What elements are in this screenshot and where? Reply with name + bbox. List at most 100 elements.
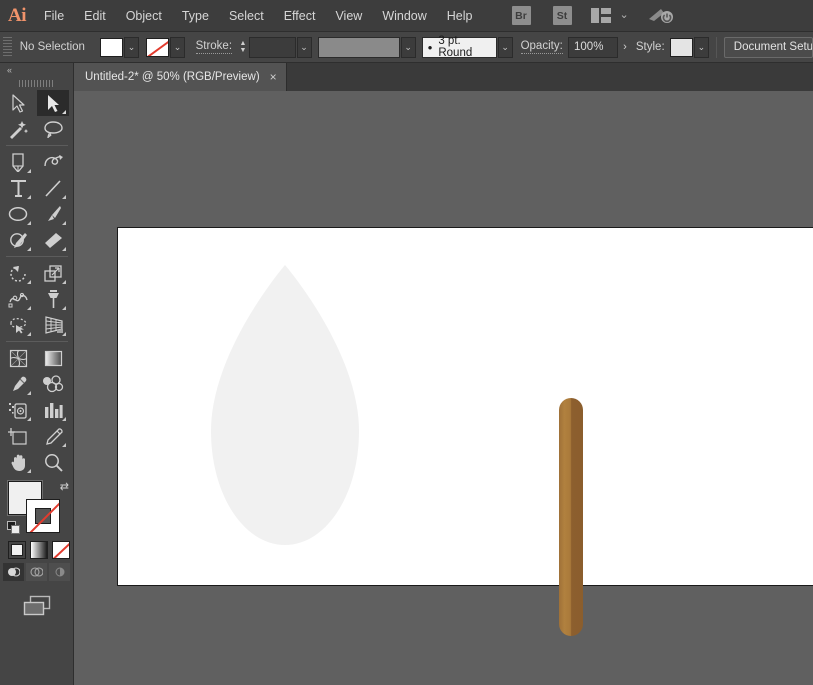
canvas-area[interactable] — [74, 91, 813, 685]
tool-flyout-indicator-icon[interactable] — [27, 169, 31, 173]
artboard-tool[interactable] — [2, 423, 34, 449]
tool-flyout-indicator-icon[interactable] — [62, 195, 66, 199]
shape-builder-tool[interactable] — [2, 312, 34, 338]
paintbrush-tool[interactable] — [37, 201, 69, 227]
tool-flyout-indicator-icon[interactable] — [62, 332, 66, 336]
document-tab[interactable]: Untitled-2* @ 50% (RGB/Preview) × — [74, 63, 287, 91]
tool-flyout-indicator-icon[interactable] — [27, 469, 31, 473]
tool-flyout-indicator-icon[interactable] — [62, 306, 66, 310]
free-transform-tool[interactable] — [37, 286, 69, 312]
stroke-color-swatch[interactable] — [26, 499, 60, 533]
style-chevron-icon[interactable]: ⌄ — [693, 36, 709, 58]
tool-flyout-indicator-icon[interactable] — [62, 110, 66, 114]
blend-tool[interactable] — [37, 371, 69, 397]
tool-flyout-indicator-icon[interactable] — [27, 247, 31, 251]
stroke-profile-box[interactable] — [317, 36, 400, 58]
tool-flyout-indicator-icon[interactable] — [62, 417, 66, 421]
close-icon[interactable]: × — [270, 71, 277, 83]
tool-flyout-indicator-icon[interactable] — [27, 280, 31, 284]
stroke-swatch[interactable] — [146, 37, 170, 57]
rotate-tool[interactable] — [2, 260, 34, 286]
stick-shape[interactable] — [558, 397, 584, 642]
draw-behind-button[interactable] — [26, 563, 47, 581]
perspective-grid-tool[interactable] — [37, 312, 69, 338]
slice-tool[interactable] — [37, 423, 69, 449]
stroke-profile-chevron-icon[interactable]: ⌄ — [400, 36, 416, 58]
ellipse-tool[interactable] — [2, 201, 34, 227]
tool-flyout-indicator-icon[interactable] — [27, 306, 31, 310]
selection-tool[interactable] — [2, 90, 34, 116]
chevron-down-icon[interactable]: ⌄ — [620, 10, 629, 21]
tool-flyout-indicator-icon[interactable] — [27, 417, 31, 421]
column-graph-tool[interactable] — [37, 397, 69, 423]
line-segment-tool[interactable] — [37, 175, 69, 201]
swap-fill-stroke-icon[interactable]: ⇄ — [60, 480, 69, 493]
brush-definition-box[interactable]: • 3 pt. Round — [421, 35, 497, 59]
menu-type[interactable]: Type — [172, 0, 219, 32]
default-fill-stroke-icon[interactable] — [7, 521, 21, 535]
change-screen-mode-button[interactable] — [0, 595, 73, 617]
graphic-style-swatch[interactable] — [669, 37, 693, 57]
collapse-panel-icon[interactable]: « — [0, 63, 73, 77]
draw-normal-button[interactable] — [3, 563, 24, 581]
curvature-tool[interactable] — [37, 149, 69, 175]
stroke-weight-chevron-icon[interactable]: ⌄ — [296, 36, 312, 58]
eyedropper-tool[interactable] — [2, 371, 34, 397]
lasso-tool[interactable] — [37, 116, 69, 142]
menu-help[interactable]: Help — [437, 0, 483, 32]
bridge-icon[interactable]: Br — [511, 6, 531, 25]
control-bar-grip[interactable] — [3, 36, 12, 58]
menu-object[interactable]: Object — [116, 0, 172, 32]
menu-view[interactable]: View — [325, 0, 372, 32]
fill-dropdown-chevron-icon[interactable]: ⌄ — [124, 36, 140, 58]
shaper-pencil-tool[interactable] — [2, 227, 34, 253]
creative-cloud-sync-icon[interactable] — [647, 6, 675, 26]
opacity-input[interactable]: 100% — [568, 36, 619, 58]
leaf-shape[interactable] — [209, 263, 361, 552]
brush-chevron-icon[interactable]: ⌄ — [497, 36, 513, 58]
gradient-button[interactable] — [30, 541, 48, 559]
tool-flyout-indicator-icon[interactable] — [62, 221, 66, 225]
stroke-weight-stepper[interactable]: ▲ ▼ — [237, 36, 249, 58]
tool-flyout-indicator-icon[interactable] — [27, 195, 31, 199]
pen-tool[interactable] — [2, 149, 34, 175]
stroke-weight-label[interactable]: Stroke: — [195, 40, 233, 54]
tool-flyout-indicator-icon[interactable] — [62, 280, 66, 284]
tool-flyout-indicator-icon[interactable] — [27, 391, 31, 395]
none-button[interactable] — [52, 541, 70, 559]
scale-tool[interactable] — [37, 260, 69, 286]
width-tool[interactable] — [2, 286, 34, 312]
tools-panel-grip[interactable] — [0, 77, 73, 90]
symbol-sprayer-tool[interactable] — [2, 397, 34, 423]
menu-edit[interactable]: Edit — [74, 0, 116, 32]
mesh-tool[interactable] — [2, 345, 34, 371]
menu-effect[interactable]: Effect — [274, 0, 326, 32]
tool-flyout-indicator-icon[interactable] — [27, 332, 31, 336]
color-button[interactable] — [8, 541, 26, 559]
draw-inside-button[interactable] — [49, 563, 70, 581]
tool-flyout-indicator-icon[interactable] — [62, 247, 66, 251]
tool-flyout-indicator-icon[interactable] — [62, 443, 66, 447]
magic-wand-tool[interactable] — [2, 116, 34, 142]
app-logo-icon: Ai — [8, 4, 27, 26]
opacity-expand-icon[interactable]: › — [618, 36, 632, 58]
document-setup-button[interactable]: Document Setu — [723, 36, 813, 58]
arrange-documents-icon[interactable] — [590, 8, 611, 23]
direct-selection-tool[interactable] — [37, 90, 69, 116]
eraser-tool[interactable] — [37, 227, 69, 253]
stock-icon[interactable]: St — [552, 6, 572, 25]
zoom-tool[interactable] — [37, 449, 69, 475]
document-tab-bar: Untitled-2* @ 50% (RGB/Preview) × — [74, 63, 813, 91]
hand-tool[interactable] — [2, 449, 34, 475]
menu-window[interactable]: Window — [372, 0, 436, 32]
brush-definition-label: 3 pt. Round — [438, 35, 473, 59]
fill-swatch[interactable] — [100, 37, 123, 57]
opacity-label[interactable]: Opacity: — [520, 40, 563, 54]
menu-select[interactable]: Select — [219, 0, 274, 32]
stroke-dropdown-chevron-icon[interactable]: ⌄ — [170, 36, 186, 58]
type-tool[interactable] — [2, 175, 34, 201]
gradient-tool[interactable] — [37, 345, 69, 371]
tool-flyout-indicator-icon[interactable] — [27, 221, 31, 225]
stroke-weight-input[interactable] — [248, 36, 296, 58]
menu-file[interactable]: File — [34, 0, 74, 32]
